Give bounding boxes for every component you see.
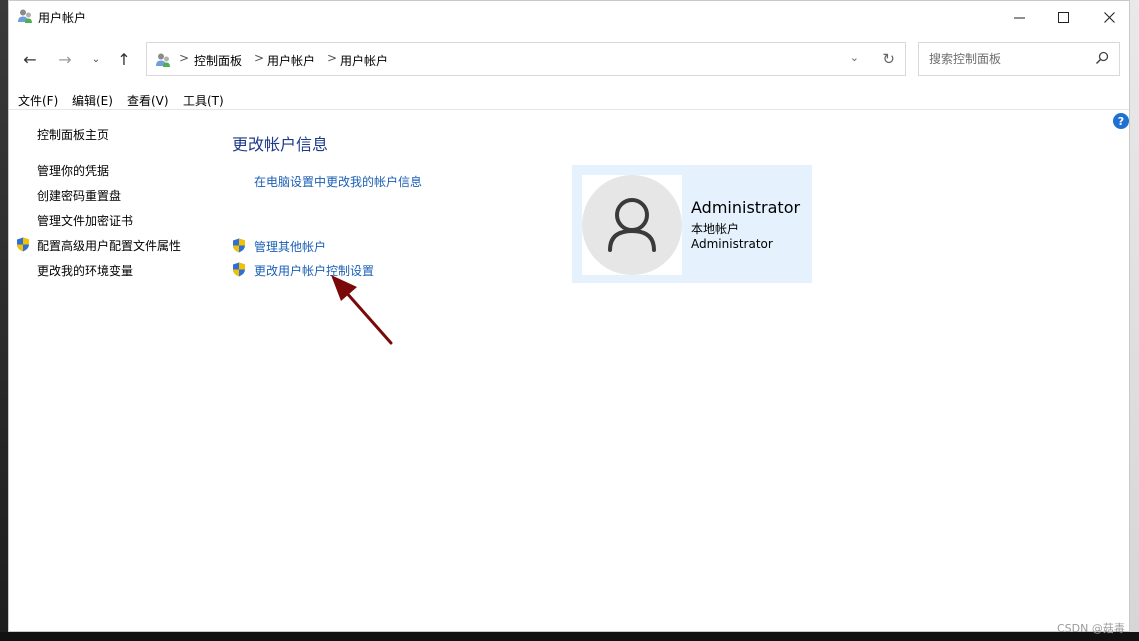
sidebar-item-manage-credentials[interactable]: 管理你的凭据 (37, 162, 109, 179)
uac-shield-icon (17, 237, 29, 252)
back-button[interactable]: ← (19, 48, 41, 70)
control-panel-window: 用户帐户 ← → ⌄ ↑ > 控制面板 > 用户帐户 > 用户帐户 ⌄ ↻ 搜索… (8, 0, 1130, 635)
search-input[interactable] (927, 51, 1091, 67)
recent-locations-button[interactable]: ⌄ (85, 48, 107, 70)
arrow-left-icon: ← (23, 49, 37, 69)
watermark: CSDN @菇毒 (1057, 622, 1125, 635)
account-type: 本地帐户 (691, 222, 740, 236)
maximize-button[interactable] (1040, 1, 1086, 33)
menu-edit[interactable]: 编辑(E) (72, 92, 113, 109)
account-card: Administrator 本地帐户 Administrator (572, 165, 812, 283)
menu-bar: 文件(F) 编辑(E) 查看(V) 工具(T) (9, 89, 1129, 110)
sidebar-item-change-environment-variables[interactable]: 更改我的环境变量 (37, 262, 133, 279)
breadcrumb-item-control-panel[interactable]: 控制面板 (194, 52, 242, 69)
breadcrumb-separator: > (327, 51, 338, 65)
breadcrumb-separator: > (179, 51, 190, 65)
refresh-icon[interactable]: ↻ (882, 50, 895, 68)
arrow-up-icon: ↑ (117, 49, 131, 69)
address-dropdown-icon[interactable]: ⌄ (850, 51, 859, 64)
minimize-icon (1013, 17, 1025, 18)
desktop-background-left (0, 0, 8, 641)
menu-file[interactable]: 文件(F) (18, 92, 58, 109)
help-icon[interactable]: ? (1113, 113, 1129, 129)
account-username: Administrator (691, 237, 773, 251)
account-name: Administrator (691, 198, 801, 217)
navigation-bar: ← → ⌄ ↑ > 控制面板 > 用户帐户 > 用户帐户 ⌄ ↻ (9, 39, 1129, 79)
breadcrumb-separator: > (254, 51, 265, 65)
menu-view[interactable]: 查看(V) (127, 92, 169, 109)
close-button[interactable] (1086, 1, 1132, 33)
breadcrumb-item-user-accounts[interactable]: 用户帐户 (267, 52, 315, 69)
sidebar-item-manage-file-encryption-certificates[interactable]: 管理文件加密证书 (37, 212, 133, 229)
close-icon (1103, 11, 1115, 23)
arrow-right-icon: → (58, 49, 72, 69)
user-icon (608, 198, 656, 252)
sidebar-item-control-panel-home[interactable]: 控制面板主页 (37, 126, 109, 143)
breadcrumb-item-user-accounts-current[interactable]: 用户帐户 (340, 52, 388, 69)
sidebar-item-configure-advanced-profile-properties[interactable]: 配置高级用户配置文件属性 (37, 237, 181, 254)
uac-shield-icon (233, 262, 245, 277)
forward-button[interactable]: → (54, 48, 76, 70)
avatar (582, 175, 682, 275)
minimize-button[interactable] (996, 1, 1042, 33)
title-bar[interactable]: 用户帐户 (9, 1, 1129, 33)
up-button[interactable]: ↑ (113, 48, 135, 70)
desktop-background-right (1130, 0, 1139, 641)
window-title: 用户帐户 (38, 11, 87, 25)
link-change-account-in-pc-settings[interactable]: 在电脑设置中更改我的帐户信息 (254, 173, 422, 190)
desktop-background-bottom (0, 632, 1139, 641)
page-title: 更改帐户信息 (232, 135, 329, 154)
avatar-frame (582, 175, 682, 275)
annotation-arrow-icon (331, 275, 393, 345)
link-manage-other-accounts[interactable]: 管理其他帐户 (254, 238, 326, 255)
maximize-icon (1057, 11, 1069, 23)
user-accounts-icon (18, 9, 32, 23)
user-accounts-icon (156, 53, 170, 67)
search-box[interactable] (918, 42, 1120, 76)
uac-shield-icon (233, 238, 245, 253)
address-bar[interactable]: > 控制面板 > 用户帐户 > 用户帐户 ⌄ ↻ (146, 42, 906, 76)
chevron-down-icon: ⌄ (91, 53, 101, 65)
menu-tools[interactable]: 工具(T) (183, 92, 224, 109)
sidebar-item-create-password-reset-disk[interactable]: 创建密码重置盘 (37, 187, 121, 204)
search-icon[interactable] (1095, 51, 1109, 65)
